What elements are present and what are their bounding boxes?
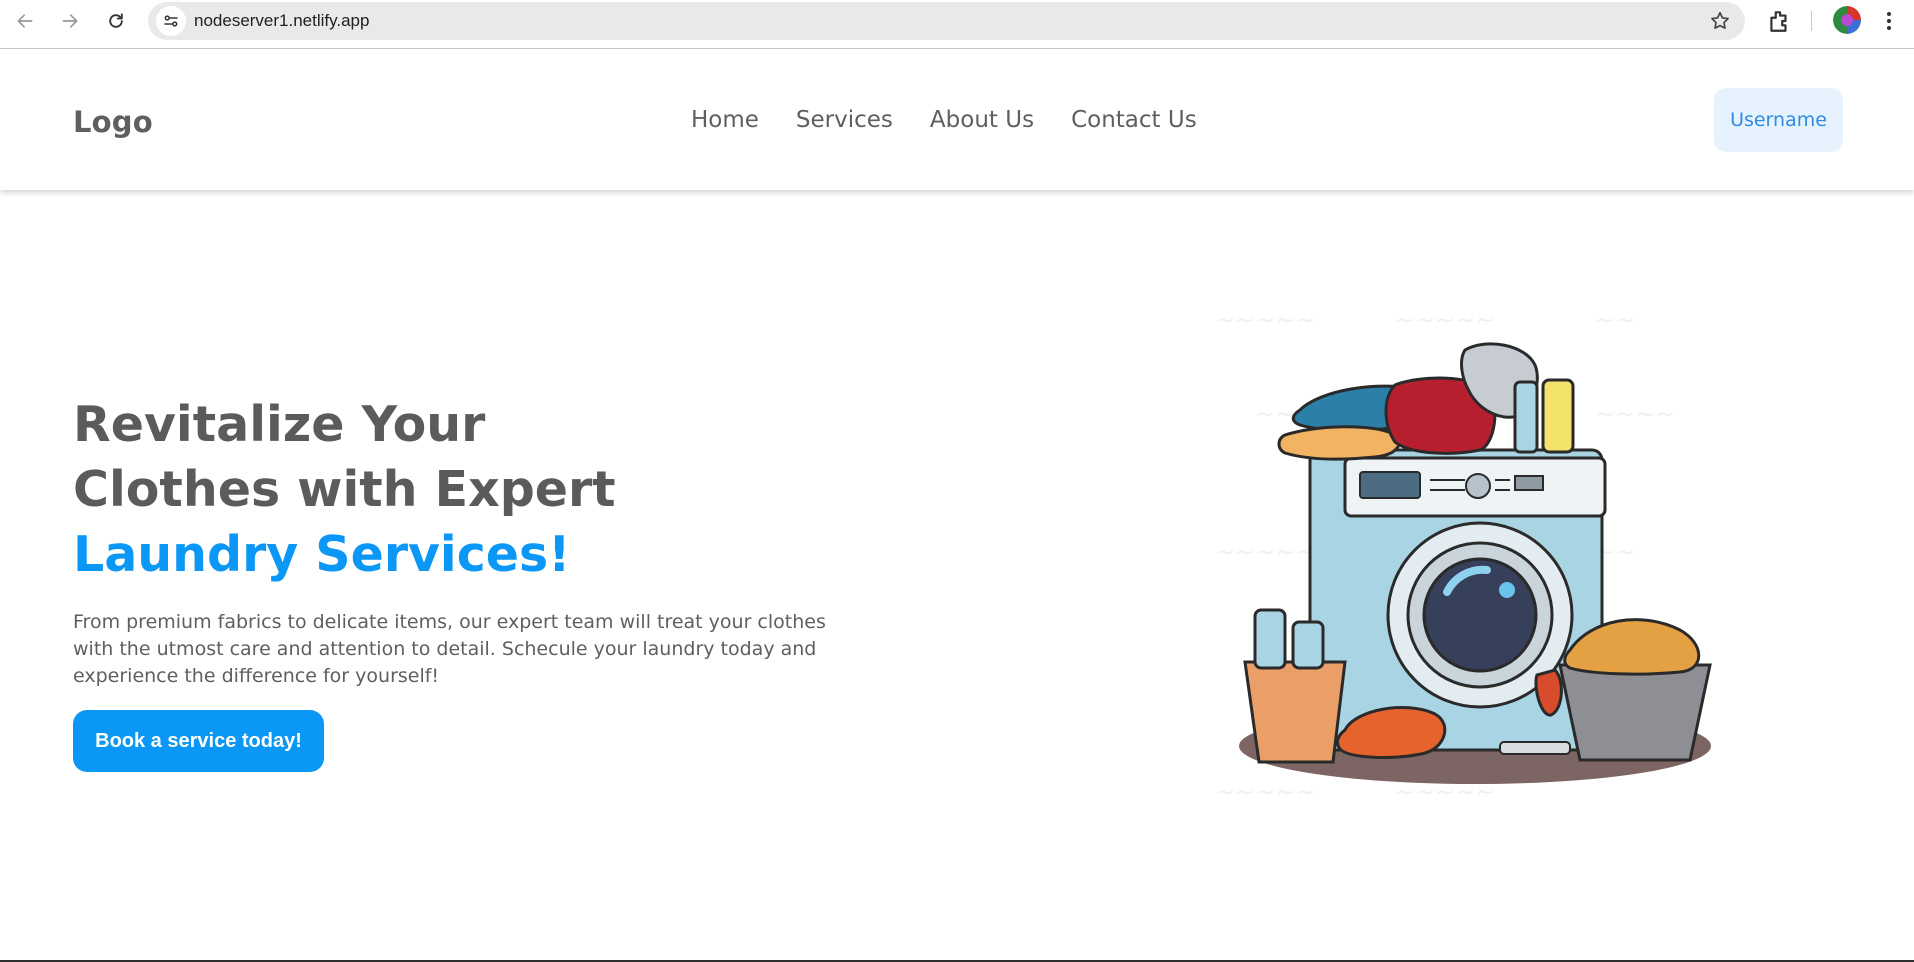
hero-section: Revitalize Your Clothes with Expert Laun… xyxy=(73,392,853,772)
address-bar[interactable]: nodeserver1.netlify.app xyxy=(148,2,1745,40)
username-button[interactable]: Username xyxy=(1714,88,1843,152)
profile-avatar-icon[interactable] xyxy=(1833,6,1861,34)
nav-link-contact-us[interactable]: Contact Us xyxy=(1071,107,1197,133)
arrow-left-icon xyxy=(17,14,33,28)
hero-title-line-2: Clothes with Expert xyxy=(73,461,616,518)
site-header: Logo Home Services About Us Contact Us U… xyxy=(0,50,1914,190)
more-menu-icon[interactable] xyxy=(1880,8,1898,34)
forward-button[interactable] xyxy=(53,4,87,38)
hero-description: From premium fabrics to delicate items, … xyxy=(73,611,826,687)
svg-text:~~~~~: ~~~~~ xyxy=(1215,310,1316,334)
svg-text:~~: ~~ xyxy=(1595,310,1635,334)
hero-title-line-1: Revitalize Your xyxy=(73,396,486,453)
back-button[interactable] xyxy=(8,4,42,38)
reload-icon xyxy=(109,13,123,28)
nav-link-services[interactable]: Services xyxy=(796,107,893,133)
browser-toolbar: nodeserver1.netlify.app xyxy=(0,0,1914,49)
reload-button[interactable] xyxy=(99,4,133,38)
svg-text:~~~~~: ~~~~~ xyxy=(1215,778,1316,806)
hero-title: Revitalize Your Clothes with Expert Laun… xyxy=(73,392,853,587)
bookmark-star-icon[interactable] xyxy=(1709,10,1731,32)
svg-text:~~~~~: ~~~~~ xyxy=(1395,310,1496,334)
toolbar-divider xyxy=(1811,11,1812,31)
url-text[interactable]: nodeserver1.netlify.app xyxy=(194,11,369,31)
site-logo[interactable]: Logo xyxy=(73,105,153,139)
extensions-icon[interactable] xyxy=(1766,8,1792,34)
site-info-button[interactable] xyxy=(156,6,186,36)
nav-link-home[interactable]: Home xyxy=(691,107,759,133)
book-service-button[interactable]: Book a service today! xyxy=(73,710,324,772)
svg-text:~~~~~: ~~~~~ xyxy=(1215,538,1316,566)
nav-link-about-us[interactable]: About Us xyxy=(930,107,1034,133)
main-nav: Home Services About Us Contact Us xyxy=(691,107,1197,133)
tune-icon xyxy=(164,15,178,27)
svg-text:~~~~: ~~~~ xyxy=(1595,400,1675,428)
washing-machine-illustration: ~~~~~ ~~~~~ ~~ ~~~~ ~~~~ ~ ~~ ~~ ~~ ~ ~~~~ … xyxy=(1215,310,1712,806)
hero-title-accent: Laundry Services! xyxy=(73,526,571,583)
arrow-right-icon xyxy=(62,14,78,28)
